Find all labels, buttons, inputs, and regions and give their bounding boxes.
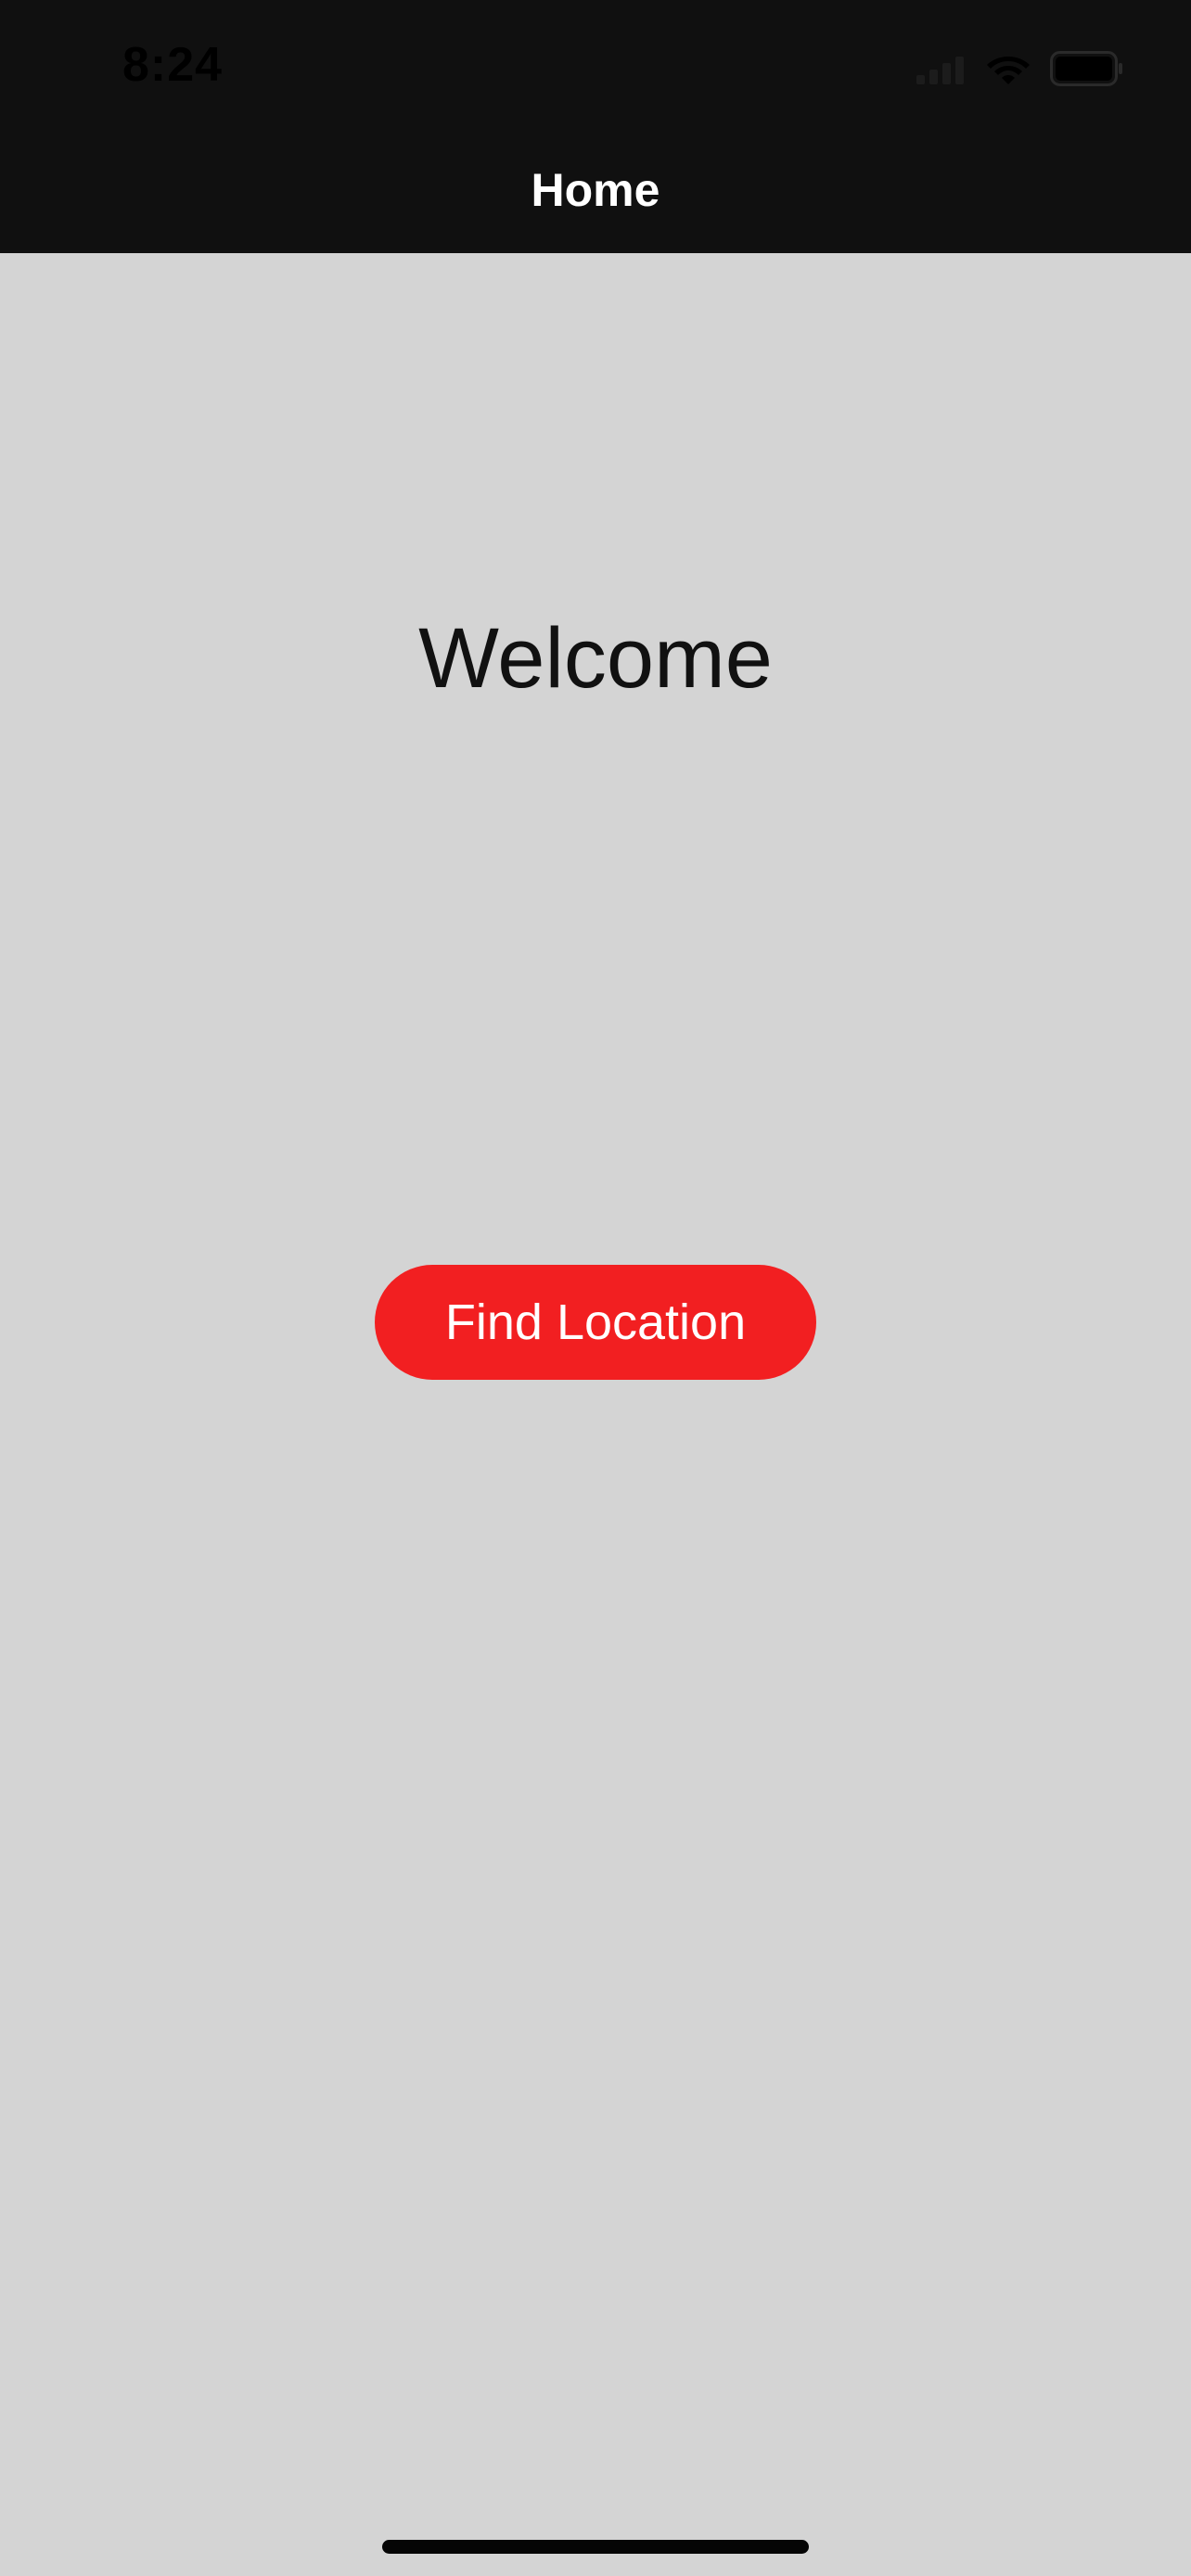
top-bar: 8:24 Home (0, 0, 1191, 253)
home-indicator[interactable] (382, 2540, 809, 2554)
app-screen: 8:24 Home Welcome Find Location (0, 0, 1191, 2576)
status-bar-icons (915, 48, 1124, 89)
cellular-signal-icon (916, 57, 964, 84)
wifi-icon (987, 57, 1030, 84)
status-bar-time: 8:24 (122, 38, 224, 92)
battery-icon (1050, 51, 1122, 86)
find-location-button[interactable]: Find Location (375, 1265, 816, 1380)
nav-title: Home (531, 164, 660, 216)
welcome-heading: Welcome (418, 611, 773, 706)
